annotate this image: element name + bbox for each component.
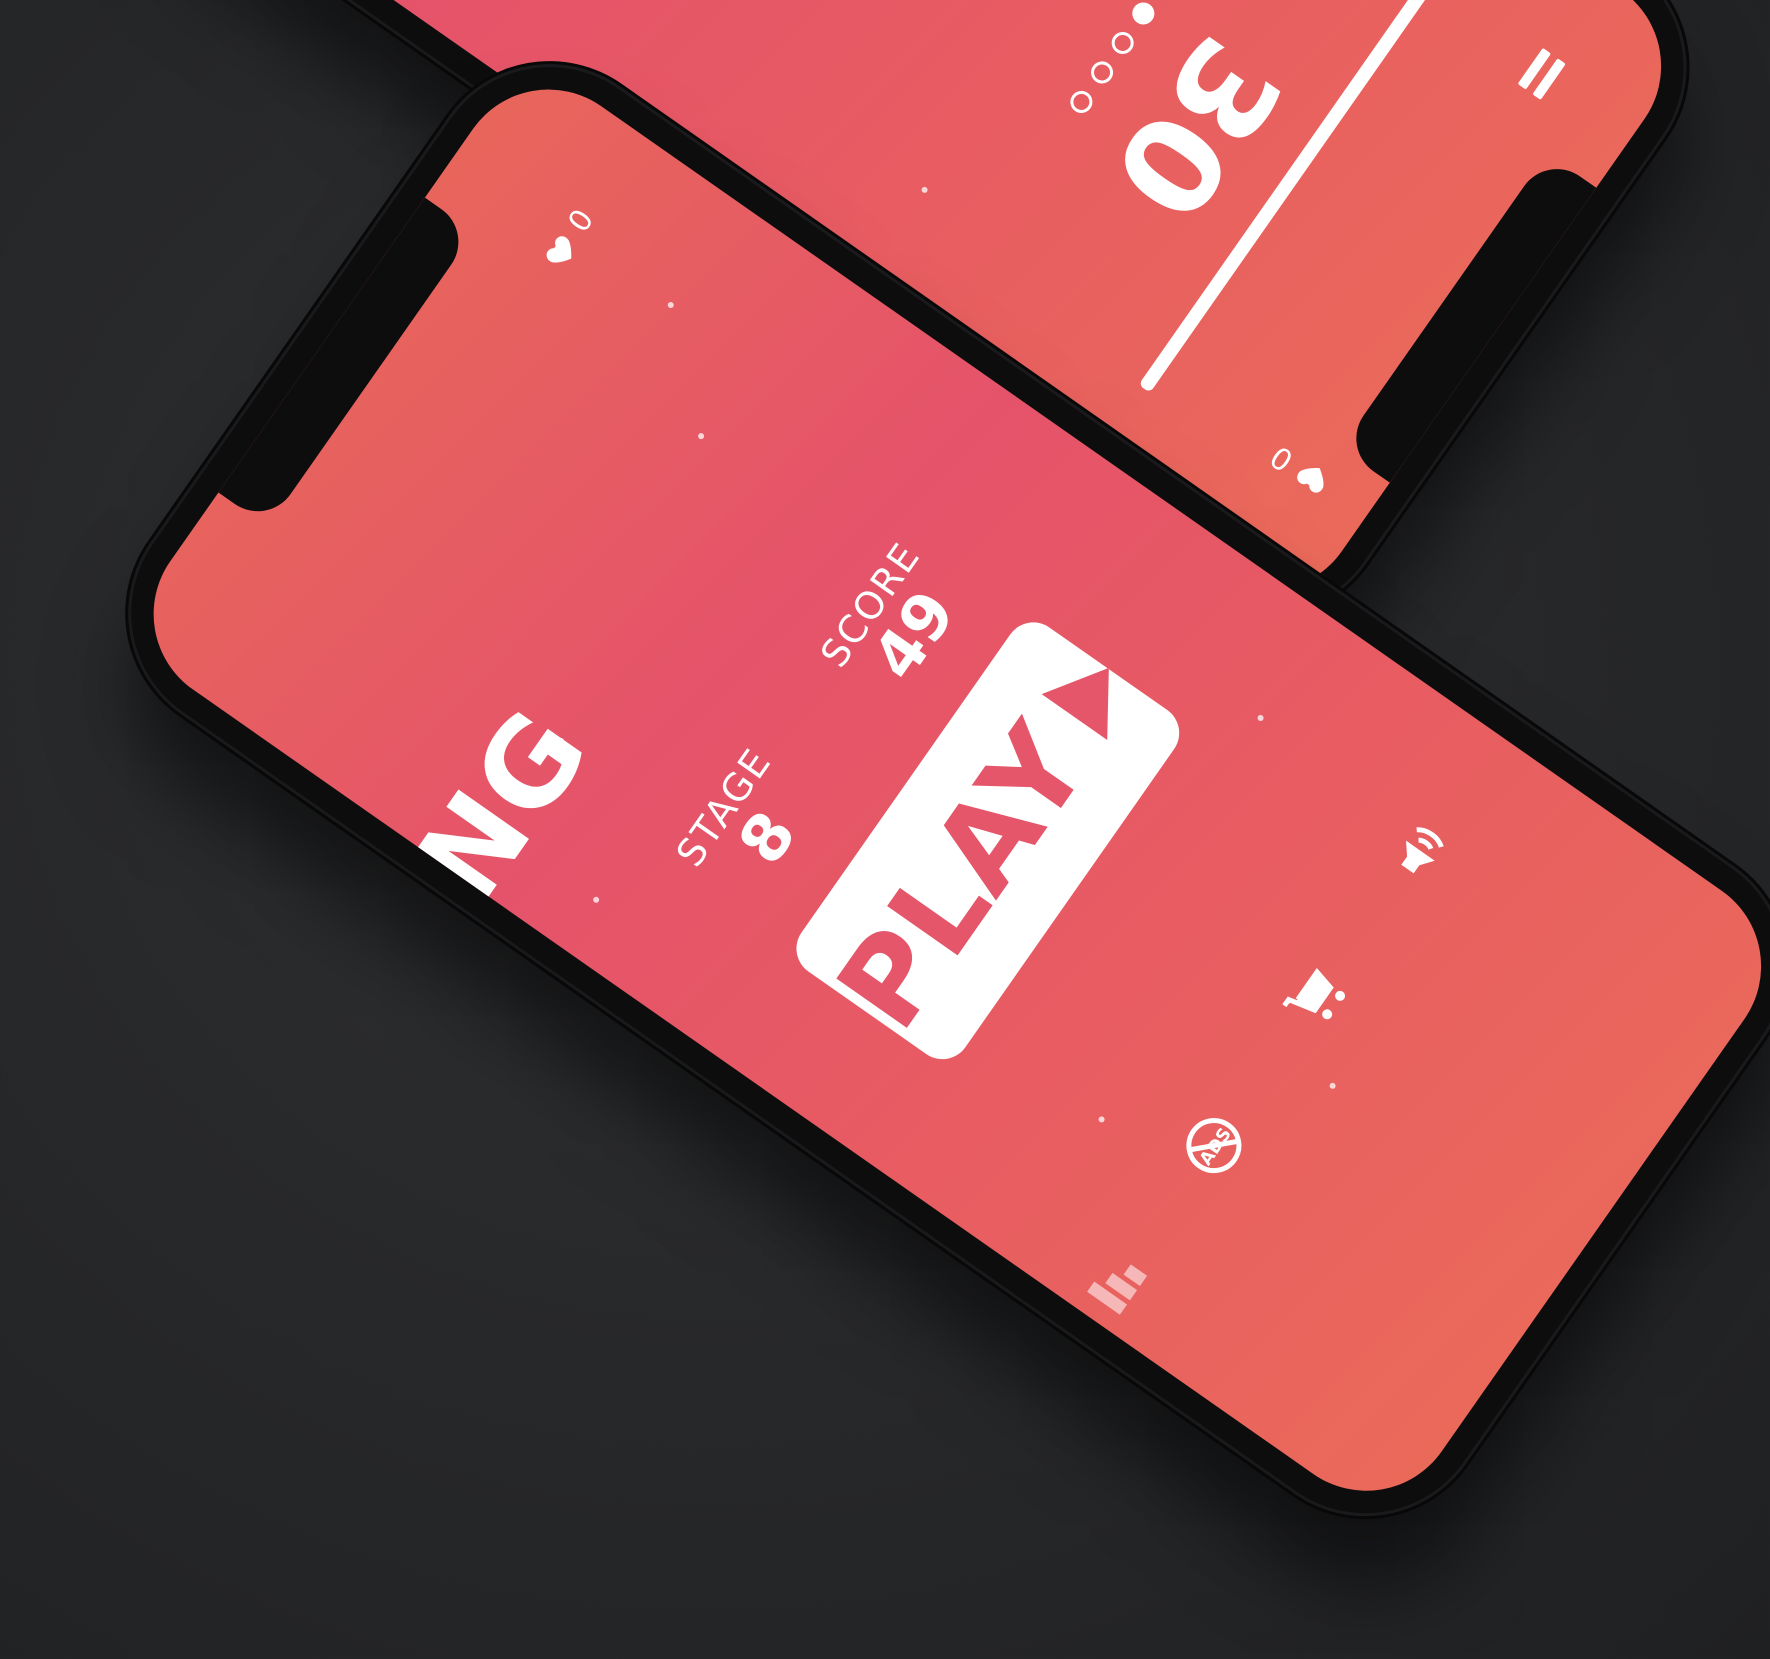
- remove-ads-button[interactable]: ADS: [1172, 1104, 1256, 1188]
- pause-icon[interactable]: [1517, 47, 1566, 100]
- shop-button[interactable]: [1275, 956, 1359, 1040]
- game-title: MY SPELLING GAME.: [117, 631, 693, 1364]
- progress-dot: [1086, 57, 1118, 88]
- stage-stat: STAGE 8: [668, 740, 833, 911]
- title-line: MY: [117, 991, 269, 1241]
- score-stat: SCORE 49: [812, 534, 981, 711]
- progress-dot: [1107, 27, 1139, 59]
- sound-icon: [1401, 827, 1444, 874]
- lives-indicator: 0: [1264, 438, 1336, 503]
- no-ads-icon: ADS: [1186, 1118, 1242, 1174]
- leaderboard-button[interactable]: [1075, 1243, 1159, 1327]
- play-button[interactable]: PLAY: [785, 611, 1191, 1071]
- lives-indicator: 0: [536, 203, 601, 275]
- heart-icon: [546, 235, 571, 263]
- lives-count: 0: [561, 203, 602, 239]
- play-triangle-icon: [1041, 645, 1142, 741]
- heart-icon: [1296, 468, 1324, 494]
- sound-button[interactable]: [1379, 809, 1463, 893]
- progress-dot: [1128, 0, 1159, 29]
- play-label: PLAY: [810, 699, 1116, 1053]
- progress-dot: [1066, 86, 1097, 118]
- cart-icon: [1282, 968, 1346, 1020]
- leaderboard-icon: [1087, 1264, 1148, 1315]
